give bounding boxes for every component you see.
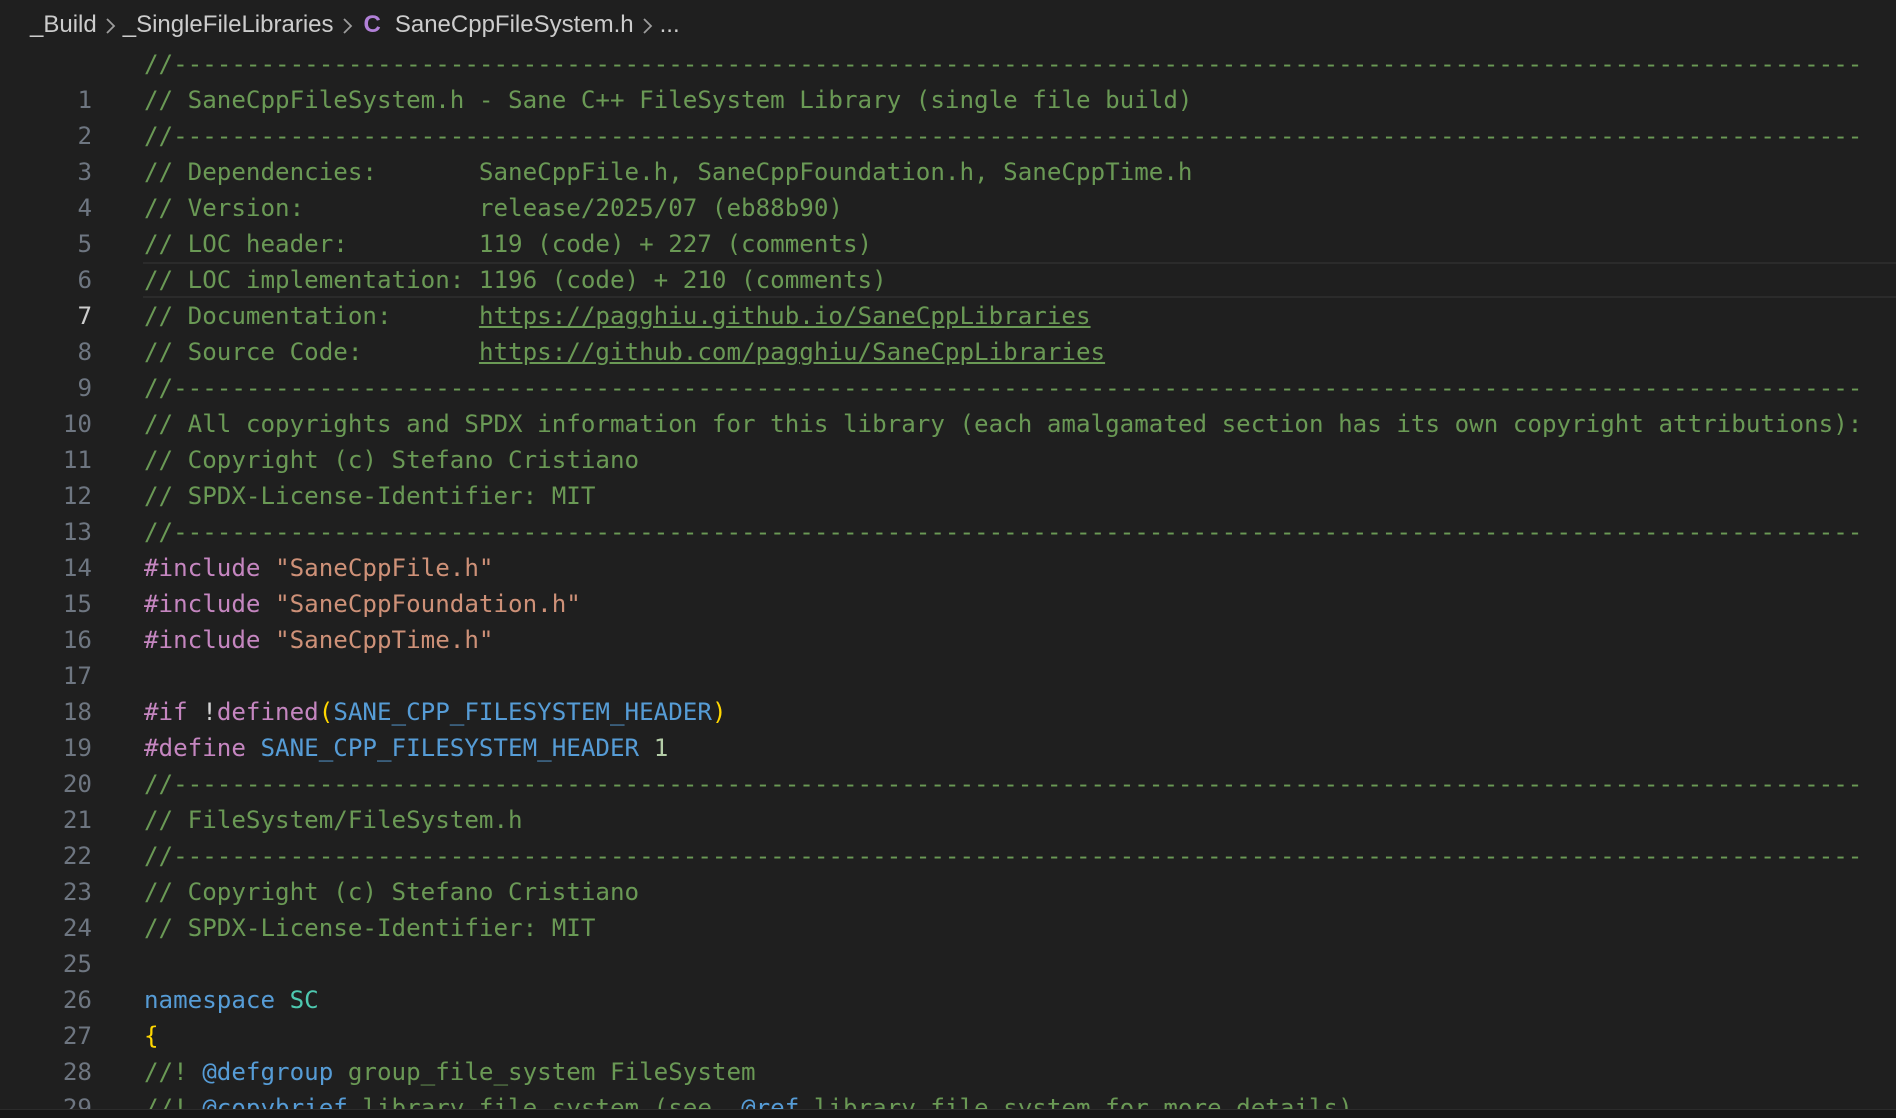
comment-rule: //--------------------------------------… xyxy=(144,770,1863,798)
chevron-right-icon xyxy=(634,11,660,39)
code-line: 13 // SPDX-License-Identifier: MIT xyxy=(0,478,1896,546)
code-line: 19 #if !defined(SANE_CPP_FILESYSTEM_HEAD… xyxy=(0,694,1896,762)
documentation-link[interactable]: https://pagghiu.github.io/SaneCppLibrari… xyxy=(479,302,1091,330)
code-line: 21 //-----------------------------------… xyxy=(0,766,1896,834)
code-line: 8 // Documentation: https://pagghiu.gith… xyxy=(0,298,1896,366)
include-directive: #include xyxy=(144,626,261,654)
comment-rule: //--------------------------------------… xyxy=(144,374,1863,402)
code-line: 15 #include "SaneCppFile.h" xyxy=(0,550,1896,618)
chevron-right-icon xyxy=(97,11,123,39)
source-code-link[interactable]: https://github.com/pagghiu/SaneCppLibrar… xyxy=(479,338,1105,366)
code-line: 14 //-----------------------------------… xyxy=(0,514,1896,582)
code-line: 12 // Copyright (c) Stefano Cristiano xyxy=(0,442,1896,510)
comment: // LOC implementation: 1196 (code) + 210… xyxy=(144,266,887,294)
code-line: 29 //! @defgroup group_file_system FileS… xyxy=(0,1054,1896,1118)
comment-rule: //--------------------------------------… xyxy=(144,842,1863,870)
c-file-icon: C xyxy=(363,11,381,38)
breadcrumb: _Build _SingleFileLibraries C SaneCppFil… xyxy=(0,0,1896,50)
chevron-right-icon xyxy=(334,11,360,39)
code-line: 3 //------------------------------------… xyxy=(0,118,1896,186)
include-path: "SaneCppTime.h" xyxy=(275,626,494,654)
open-brace: { xyxy=(144,1022,159,1050)
comment: // Copyright (c) Stefano Cristiano xyxy=(144,878,640,906)
code-line: 1 //------------------------------------… xyxy=(0,46,1896,114)
comment: // FileSystem/FileSystem.h xyxy=(144,806,523,834)
code-line: 16 #include "SaneCppFoundation.h" xyxy=(0,586,1896,654)
include-path: "SaneCppFoundation.h" xyxy=(275,590,581,618)
comment: // Copyright (c) Stefano Cristiano xyxy=(144,446,640,474)
not-operator: ! xyxy=(202,698,217,726)
defined-keyword: defined xyxy=(216,698,319,726)
comment-rule: //--------------------------------------… xyxy=(144,122,1863,150)
namespace-name: SC xyxy=(289,986,319,1014)
doc-comment: group_file_system FileSystem xyxy=(333,1058,756,1086)
code-line: 5 // Version: release/2025/07 (eb88b90) xyxy=(0,190,1896,258)
comment: // SPDX-License-Identifier: MIT xyxy=(144,482,596,510)
comment: // SaneCppFileSystem.h - Sane C++ FileSy… xyxy=(144,86,1193,114)
code-line: 25 // SPDX-License-Identifier: MIT xyxy=(0,910,1896,978)
namespace-keyword: namespace xyxy=(144,986,276,1014)
comment-rule: //--------------------------------------… xyxy=(144,518,1863,546)
code-line: 26 xyxy=(0,946,1896,1014)
include-directive: #include xyxy=(144,590,261,618)
code-line: 24 // Copyright (c) Stefano Cristiano xyxy=(0,874,1896,942)
code-line: 17 #include "SaneCppTime.h" xyxy=(0,622,1896,690)
code-line: 27 namespace SC xyxy=(0,982,1896,1050)
code-area[interactable]: 1 //------------------------------------… xyxy=(0,46,1896,1118)
define-directive: #define xyxy=(144,734,246,762)
doc-tag: @defgroup xyxy=(202,1058,334,1086)
code-line: 22 // FileSystem/FileSystem.h xyxy=(0,802,1896,870)
comment: // Source Code: xyxy=(144,338,479,366)
code-line: 10 //-----------------------------------… xyxy=(0,370,1896,438)
include-directive: #include xyxy=(144,554,261,582)
comment: // LOC header: 119 (code) + 227 (comment… xyxy=(144,230,873,258)
breadcrumb-item-symbols[interactable]: ... xyxy=(660,11,680,39)
if-directive: #if xyxy=(144,698,188,726)
open-paren: ( xyxy=(318,698,334,726)
code-line: 18 xyxy=(0,658,1896,726)
comment: // Version: release/2025/07 (eb88b90) xyxy=(144,194,843,222)
breadcrumb-item-file[interactable]: SaneCppFileSystem.h xyxy=(395,11,634,39)
code-line: 11 // All copyrights and SPDX informatio… xyxy=(0,406,1896,474)
comment: // All copyrights and SPDX information f… xyxy=(144,410,1863,438)
panel-divider xyxy=(0,1109,1896,1118)
code-line: 20 #define SANE_CPP_FILESYSTEM_HEADER 1 xyxy=(0,730,1896,798)
code-editor[interactable]: _Build _SingleFileLibraries C SaneCppFil… xyxy=(0,0,1896,1118)
code-line: 6 // LOC header: 119 (code) + 227 (comme… xyxy=(0,226,1896,294)
code-line: 23 //-----------------------------------… xyxy=(0,838,1896,906)
close-paren: ) xyxy=(711,698,727,726)
comment: // Dependencies: SaneCppFile.h, SaneCppF… xyxy=(144,158,1193,186)
comment: // Documentation: xyxy=(144,302,479,330)
include-path: "SaneCppFile.h" xyxy=(275,554,494,582)
macro-name: SANE_CPP_FILESYSTEM_HEADER xyxy=(260,734,640,762)
macro-value: 1 xyxy=(653,734,669,762)
macro-name: SANE_CPP_FILESYSTEM_HEADER xyxy=(333,698,712,726)
code-line: 9 // Source Code: https://github.com/pag… xyxy=(0,334,1896,402)
code-line: 2 // SaneCppFileSystem.h - Sane C++ File… xyxy=(0,82,1896,150)
comment: // SPDX-License-Identifier: MIT xyxy=(144,914,596,942)
code-line: 28 { xyxy=(0,1018,1896,1086)
breadcrumb-item-singlefilelibraries[interactable]: _SingleFileLibraries xyxy=(123,11,334,39)
comment-rule: //--------------------------------------… xyxy=(144,50,1863,78)
current-line: 7 // LOC implementation: 1196 (code) + 2… xyxy=(0,262,1896,330)
code-line: 4 // Dependencies: SaneCppFile.h, SaneCp… xyxy=(0,154,1896,222)
doc-comment-prefix: //! xyxy=(144,1058,203,1086)
breadcrumb-item-build[interactable]: _Build xyxy=(30,11,97,39)
